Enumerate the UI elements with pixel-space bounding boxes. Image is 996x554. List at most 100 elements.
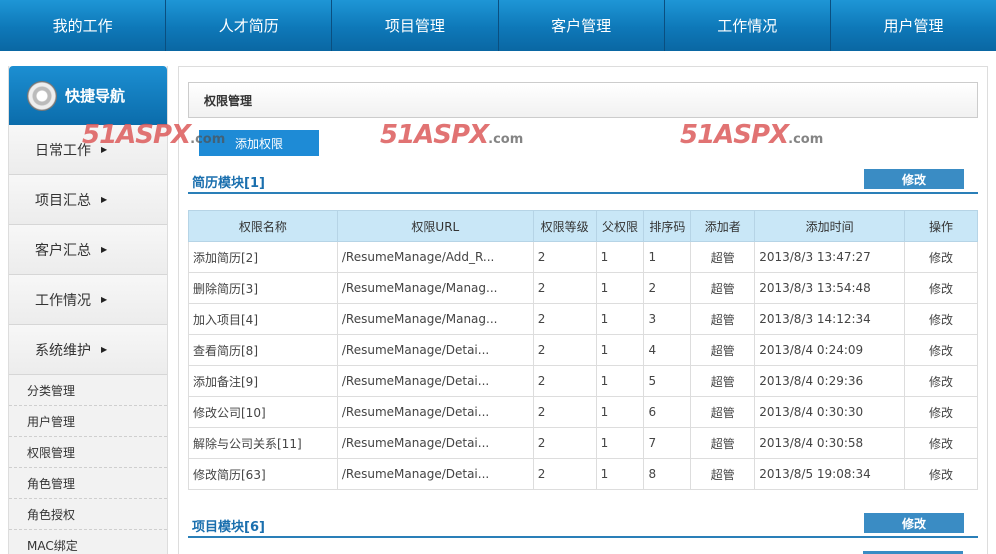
sidebar-item-label: 系统维护 bbox=[35, 342, 91, 359]
sidebar-item-client-summary[interactable]: 客户汇总 ▶ bbox=[9, 225, 167, 275]
top-nav: 我的工作 人才简历 项目管理 客户管理 工作情况 用户管理 bbox=[0, 0, 996, 51]
table-cell: 修改公司[10] bbox=[188, 396, 338, 428]
arrow-right-icon: ▶ bbox=[101, 345, 108, 354]
sidebar-item-label: 项目汇总 bbox=[35, 192, 91, 209]
sidebar-item-label: 客户汇总 bbox=[35, 242, 91, 259]
edit-link[interactable]: 修改 bbox=[904, 458, 978, 490]
table-row: 添加简历[2]/ResumeManage/Add_R... 2 1 1 超管 2013/8… bbox=[188, 241, 978, 273]
table-cell: 2013/8/4 0:24:09 bbox=[754, 334, 906, 366]
table-cell: 2013/8/3 13:54:48 bbox=[754, 272, 906, 304]
table-row: 删除简历[3]/ResumeManage/Manag... 2 1 2 超管 2013/8… bbox=[188, 272, 978, 304]
sidebar-item-work-status[interactable]: 工作情况 ▶ bbox=[9, 275, 167, 325]
table-cell: /ResumeManage/Manag... bbox=[336, 272, 534, 304]
table-cell: /ResumeManage/Detai... bbox=[336, 396, 534, 428]
col-header: 添加时间 bbox=[754, 210, 906, 242]
table-cell: 2013/8/3 14:12:34 bbox=[754, 303, 906, 335]
sidebar-sub-role-auth[interactable]: 角色授权 bbox=[9, 499, 167, 530]
table-cell: 1 bbox=[595, 396, 645, 428]
table-cell: 2 bbox=[532, 334, 597, 366]
table-row: 加入项目[4]/ResumeManage/Manag... 2 1 3 超管 2013/8… bbox=[188, 303, 978, 335]
table-cell: 2013/8/4 0:29:36 bbox=[754, 365, 906, 397]
table-cell: 加入项目[4] bbox=[188, 303, 338, 335]
table-cell: 超管 bbox=[690, 396, 756, 428]
nav-clients[interactable]: 客户管理 bbox=[498, 0, 665, 51]
edit-section-button[interactable]: 修改 bbox=[864, 169, 964, 189]
page-title: 权限管理 bbox=[188, 82, 978, 118]
table-cell: /ResumeManage/Detai... bbox=[336, 334, 534, 366]
main-content: 权限管理 添加权限 简历模块[1] 修改 权限名称 权限URL 权限等级 父权限… bbox=[178, 66, 988, 554]
sidebar-item-daily-work[interactable]: 日常工作 ▶ bbox=[9, 125, 167, 175]
add-permission-button[interactable]: 添加权限 bbox=[199, 130, 319, 156]
table-cell: 添加备注[9] bbox=[188, 365, 338, 397]
section-header-project: 项目模块[6] 修改 bbox=[188, 513, 978, 538]
permission-table: 权限名称 权限URL 权限等级 父权限 排序码 添加者 添加时间 操作 添加简历… bbox=[188, 210, 978, 490]
edit-link[interactable]: 修改 bbox=[904, 427, 978, 459]
sidebar-item-project-summary[interactable]: 项目汇总 ▶ bbox=[9, 175, 167, 225]
sidebar-header: 快捷导航 bbox=[9, 66, 167, 125]
edit-link[interactable]: 修改 bbox=[904, 241, 978, 273]
table-cell: 1 bbox=[643, 241, 692, 273]
edit-section-button[interactable]: 修改 bbox=[864, 513, 964, 533]
table-cell: 2 bbox=[532, 241, 597, 273]
table-cell: 2013/8/4 0:30:30 bbox=[754, 396, 906, 428]
sidebar-sub-permissions[interactable]: 权限管理 bbox=[9, 437, 167, 468]
nav-projects[interactable]: 项目管理 bbox=[332, 0, 499, 51]
table-cell: 6 bbox=[643, 396, 692, 428]
table-cell: 删除简历[3] bbox=[188, 272, 338, 304]
table-row: 修改公司[10]/ResumeManage/Detai... 2 1 6 超管 2013/… bbox=[188, 396, 978, 428]
table-cell: 2 bbox=[532, 427, 597, 459]
edit-link[interactable]: 修改 bbox=[904, 303, 978, 335]
table-cell: 1 bbox=[595, 427, 645, 459]
nav-resumes[interactable]: 人才简历 bbox=[166, 0, 333, 51]
table-header-row: 权限名称 权限URL 权限等级 父权限 排序码 添加者 添加时间 操作 bbox=[188, 210, 978, 242]
sidebar-item-label: 工作情况 bbox=[35, 292, 91, 309]
col-header: 权限URL bbox=[336, 210, 534, 242]
table-cell: 1 bbox=[595, 458, 645, 490]
sidebar-title: 快捷导航 bbox=[65, 87, 126, 105]
table-cell: 修改简历[63] bbox=[188, 458, 338, 490]
table-cell: 5 bbox=[643, 365, 692, 397]
nav-user-management[interactable]: 用户管理 bbox=[830, 0, 996, 51]
section-header-resume: 简历模块[1] 修改 bbox=[188, 169, 978, 194]
edit-link[interactable]: 修改 bbox=[904, 365, 978, 397]
table-cell: /ResumeManage/Manag... bbox=[336, 303, 534, 335]
col-header: 排序码 bbox=[643, 210, 692, 242]
table-row: 查看简历[8]/ResumeManage/Detai... 2 1 4 超管 2013/8… bbox=[188, 334, 978, 366]
table-cell: 2 bbox=[532, 396, 597, 428]
table-cell: 1 bbox=[595, 334, 645, 366]
table-cell: 超管 bbox=[690, 272, 756, 304]
col-header: 权限等级 bbox=[532, 210, 597, 242]
arrow-right-icon: ▶ bbox=[101, 295, 108, 304]
table-row: 添加备注[9]/ResumeManage/Detai... 2 1 5 超管 2013/8… bbox=[188, 365, 978, 397]
table-cell: 添加简历[2] bbox=[188, 241, 338, 273]
sidebar-sub-roles[interactable]: 角色管理 bbox=[9, 468, 167, 499]
arrow-right-icon: ▶ bbox=[101, 195, 108, 204]
table-cell: /ResumeManage/Detai... bbox=[336, 427, 534, 459]
nav-my-work[interactable]: 我的工作 bbox=[0, 0, 167, 51]
sidebar-sub-category[interactable]: 分类管理 bbox=[9, 375, 167, 406]
sidebar-item-system-maintenance[interactable]: 系统维护 ▶ bbox=[9, 325, 167, 375]
table-cell: 解除与公司关系[11] bbox=[188, 427, 338, 459]
section-title: 项目模块[6] bbox=[192, 519, 265, 535]
table-cell: 查看简历[8] bbox=[188, 334, 338, 366]
edit-link[interactable]: 修改 bbox=[904, 396, 978, 428]
table-cell: 4 bbox=[643, 334, 692, 366]
edit-link[interactable]: 修改 bbox=[904, 334, 978, 366]
gear-icon bbox=[27, 80, 57, 111]
table-cell: 超管 bbox=[690, 303, 756, 335]
table-row: 修改简历[63]/ResumeManage/Detai... 2 1 8 超管 2013/… bbox=[188, 458, 978, 490]
table-cell: 2 bbox=[532, 458, 597, 490]
table-cell: 3 bbox=[643, 303, 692, 335]
table-cell: 8 bbox=[643, 458, 692, 490]
sidebar-sub-users[interactable]: 用户管理 bbox=[9, 406, 167, 437]
table-cell: 1 bbox=[595, 272, 645, 304]
edit-link[interactable]: 修改 bbox=[904, 272, 978, 304]
nav-work-status[interactable]: 工作情况 bbox=[664, 0, 831, 51]
col-header: 操作 bbox=[904, 210, 978, 242]
table-cell: 2 bbox=[643, 272, 692, 304]
col-header: 权限名称 bbox=[188, 210, 338, 242]
table-cell: /ResumeManage/Add_R... bbox=[336, 241, 534, 273]
section-title: 简历模块[1] bbox=[192, 175, 265, 191]
sidebar-sub-mac-binding[interactable]: MAC绑定 bbox=[9, 530, 167, 554]
table-cell: 超管 bbox=[690, 427, 756, 459]
